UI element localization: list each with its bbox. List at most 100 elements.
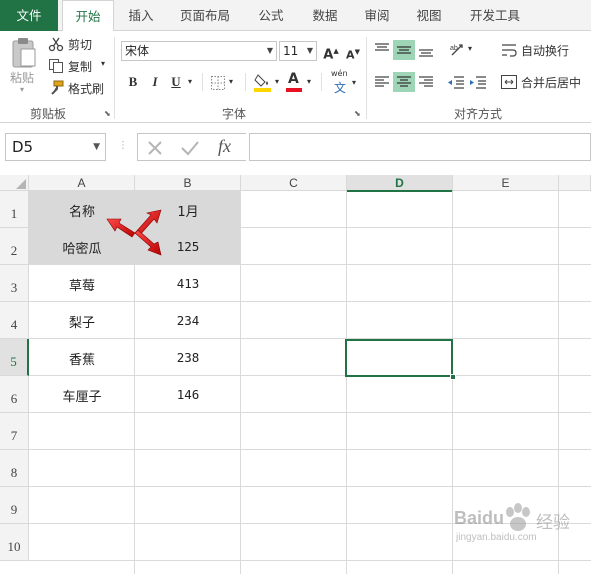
- ribbon-separator: [245, 73, 246, 91]
- align-top-icon: [375, 43, 389, 51]
- svg-text:ab: ab: [450, 45, 458, 52]
- align-bottom-icon: [419, 49, 433, 57]
- font-name-combo[interactable]: 宋体 ▼: [121, 41, 277, 61]
- bold-button[interactable]: B: [123, 72, 143, 92]
- enter-check-icon[interactable]: [180, 139, 200, 157]
- paste-button[interactable]: 粘贴 ▾: [6, 35, 42, 94]
- gridline: [29, 338, 591, 339]
- cancel-icon[interactable]: [146, 139, 164, 157]
- paste-dropdown-icon: ▾: [20, 85, 25, 94]
- row-header-5[interactable]: 5: [0, 339, 29, 376]
- paintbrush-icon: [51, 80, 64, 95]
- formula-input[interactable]: [249, 133, 591, 161]
- cell-a6[interactable]: 车厘子: [29, 386, 135, 405]
- watermark-brand-cn: 经验: [536, 513, 570, 533]
- fill-handle[interactable]: [450, 374, 456, 380]
- tab-insert[interactable]: 插入: [118, 0, 164, 31]
- row-header-8[interactable]: 8: [0, 450, 29, 487]
- column-header-b[interactable]: B: [135, 175, 241, 191]
- gridline: [29, 375, 591, 376]
- font-color-icon: A: [288, 71, 299, 87]
- cell-b4[interactable]: 234: [135, 313, 241, 328]
- insert-function-icon[interactable]: fx: [218, 136, 231, 157]
- phonetic-guide-button[interactable]: wén 文 ▾: [328, 69, 360, 95]
- format-painter-button[interactable]: 格式刷: [48, 79, 110, 97]
- increase-indent-button[interactable]: [467, 72, 489, 92]
- tab-home[interactable]: 开始: [62, 0, 114, 32]
- right-align-button[interactable]: [415, 72, 437, 92]
- name-box-value: D5: [12, 138, 34, 156]
- column-header-e[interactable]: E: [453, 175, 559, 191]
- borders-button[interactable]: ▾: [208, 73, 238, 93]
- underline-dropdown-icon[interactable]: ▾: [188, 77, 192, 86]
- tab-data[interactable]: 数据: [302, 0, 348, 31]
- font-size-combo[interactable]: 11 ▼: [279, 41, 317, 61]
- chevron-down-icon: ▾: [307, 77, 312, 86]
- row-header-10[interactable]: 10: [0, 524, 29, 561]
- cell-b3[interactable]: 413: [135, 276, 241, 291]
- ribbon-separator: [366, 37, 367, 119]
- selected-cell-d5[interactable]: [345, 339, 453, 377]
- row-header-2[interactable]: 2: [0, 228, 29, 265]
- gridline: [29, 486, 591, 487]
- left-align-button[interactable]: [371, 72, 393, 92]
- tab-developer[interactable]: 开发工具: [462, 0, 528, 31]
- row-header-1[interactable]: 1: [0, 191, 29, 228]
- underline-button[interactable]: U: [166, 72, 186, 92]
- font-color-button[interactable]: A ▾: [285, 71, 317, 93]
- tab-view[interactable]: 视图: [406, 0, 452, 31]
- align-right-icon: [419, 76, 433, 87]
- clipboard-launcher-icon[interactable]: ⬊: [104, 109, 111, 118]
- cell-a4[interactable]: 梨子: [29, 312, 135, 331]
- center-align-button[interactable]: [393, 72, 415, 92]
- font-size-value: 11: [283, 44, 299, 58]
- wrap-text-button[interactable]: 自动换行: [500, 40, 580, 60]
- italic-button[interactable]: I: [145, 72, 165, 92]
- decrease-indent-button[interactable]: [445, 72, 467, 92]
- wrap-text-label: 自动换行: [521, 44, 570, 58]
- row-header-7[interactable]: 7: [0, 413, 29, 450]
- tab-formulas[interactable]: 公式: [248, 0, 294, 31]
- font-launcher-icon[interactable]: ⬊: [354, 109, 361, 118]
- middle-align-button[interactable]: [393, 40, 415, 60]
- column-header-a[interactable]: A: [29, 175, 135, 191]
- column-header-f[interactable]: [559, 175, 591, 191]
- fill-color-button[interactable]: ▾: [252, 71, 284, 93]
- bottom-align-button[interactable]: [415, 40, 437, 60]
- ribbon-separator: [114, 37, 115, 119]
- orientation-button[interactable]: ab ▾: [447, 40, 477, 60]
- select-all-corner[interactable]: [0, 175, 29, 191]
- select-all-icon: [16, 179, 26, 189]
- column-header-d[interactable]: D: [347, 175, 453, 192]
- cell-b6[interactable]: 146: [135, 387, 241, 402]
- cell-a3[interactable]: 草莓: [29, 275, 135, 294]
- grow-font-icon: A: [323, 47, 334, 63]
- row-header-6[interactable]: 6: [0, 376, 29, 413]
- alignment-group-label: 对齐方式: [454, 107, 503, 121]
- copy-button[interactable]: 复制 ▾: [48, 57, 110, 75]
- ribbon-separator: [202, 73, 203, 91]
- row-header-3[interactable]: 3: [0, 265, 29, 302]
- column-header-c[interactable]: C: [241, 175, 347, 191]
- top-align-button[interactable]: [371, 40, 393, 60]
- tab-review[interactable]: 审阅: [354, 0, 400, 31]
- text-orientation-icon: ab: [450, 44, 463, 56]
- cell-b5[interactable]: 238: [135, 350, 241, 365]
- chevron-down-icon: ▼: [93, 142, 100, 152]
- gridline: [29, 412, 591, 413]
- cut-button[interactable]: 剪切: [48, 35, 98, 53]
- tab-page-layout[interactable]: 页面布局: [170, 0, 240, 31]
- name-box[interactable]: D5 ▼: [5, 133, 106, 161]
- red-arrow-annotation-icon: [106, 209, 162, 256]
- more-options-icon: ⋮: [118, 140, 128, 151]
- tab-file[interactable]: 文件: [0, 0, 58, 31]
- ribbon-separator: [321, 73, 322, 91]
- row-header-9[interactable]: 9: [0, 487, 29, 524]
- cell-a5[interactable]: 香蕉: [29, 349, 135, 368]
- increase-font-size-button[interactable]: A▲: [321, 41, 341, 63]
- decrease-font-size-button[interactable]: A▼: [343, 42, 363, 62]
- merge-center-button[interactable]: 合并后居中: [500, 72, 588, 92]
- row-header-4[interactable]: 4: [0, 302, 29, 339]
- formula-buttons: fx: [137, 133, 246, 161]
- font-group-label: 字体: [222, 107, 247, 121]
